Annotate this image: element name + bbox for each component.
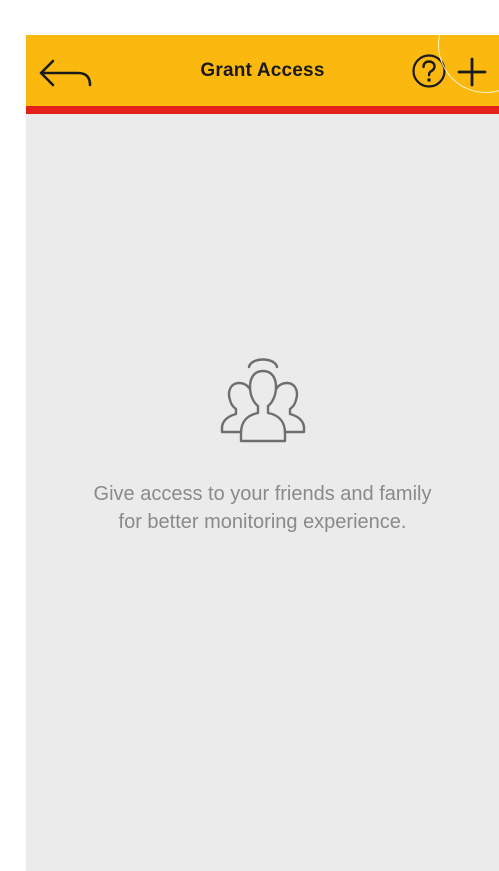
help-button[interactable]	[411, 53, 447, 89]
help-circle-icon	[412, 54, 446, 88]
add-button[interactable]	[455, 55, 489, 89]
empty-state-message: Give access to your friends and family f…	[93, 483, 432, 533]
empty-state: Give access to your friends and family f…	[26, 353, 499, 536]
people-group-icon	[220, 358, 305, 443]
plus-icon	[457, 57, 487, 87]
app-bar: Grant Access	[26, 35, 499, 106]
app-screen: Grant Access Give access to your friends…	[26, 35, 499, 871]
app-bar-stripe	[26, 106, 499, 114]
